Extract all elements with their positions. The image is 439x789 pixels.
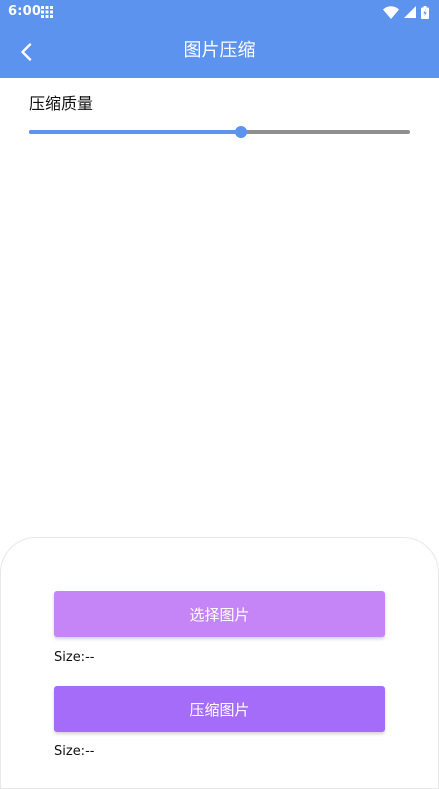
status-icons	[383, 4, 429, 20]
grid-icon	[41, 6, 53, 18]
signal-icon	[404, 6, 416, 18]
top-bar: 6:00 图片压缩	[0, 0, 439, 78]
app-bar: 图片压缩	[0, 24, 439, 78]
status-bar: 6:00	[0, 0, 439, 24]
status-time: 6:00	[8, 4, 42, 19]
compressed-size-text: Size:--	[54, 744, 95, 759]
slider-fill	[29, 130, 241, 134]
select-image-button[interactable]: 选择图片	[54, 591, 385, 637]
quality-label: 压缩质量	[29, 94, 94, 113]
original-size-text: Size:--	[54, 650, 95, 665]
quality-slider[interactable]	[29, 122, 410, 142]
compress-image-button[interactable]: 压缩图片	[54, 686, 385, 732]
slider-thumb[interactable]	[234, 126, 247, 138]
page-title: 图片压缩	[183, 40, 256, 61]
battery-icon	[421, 5, 429, 19]
wifi-icon	[383, 5, 399, 19]
